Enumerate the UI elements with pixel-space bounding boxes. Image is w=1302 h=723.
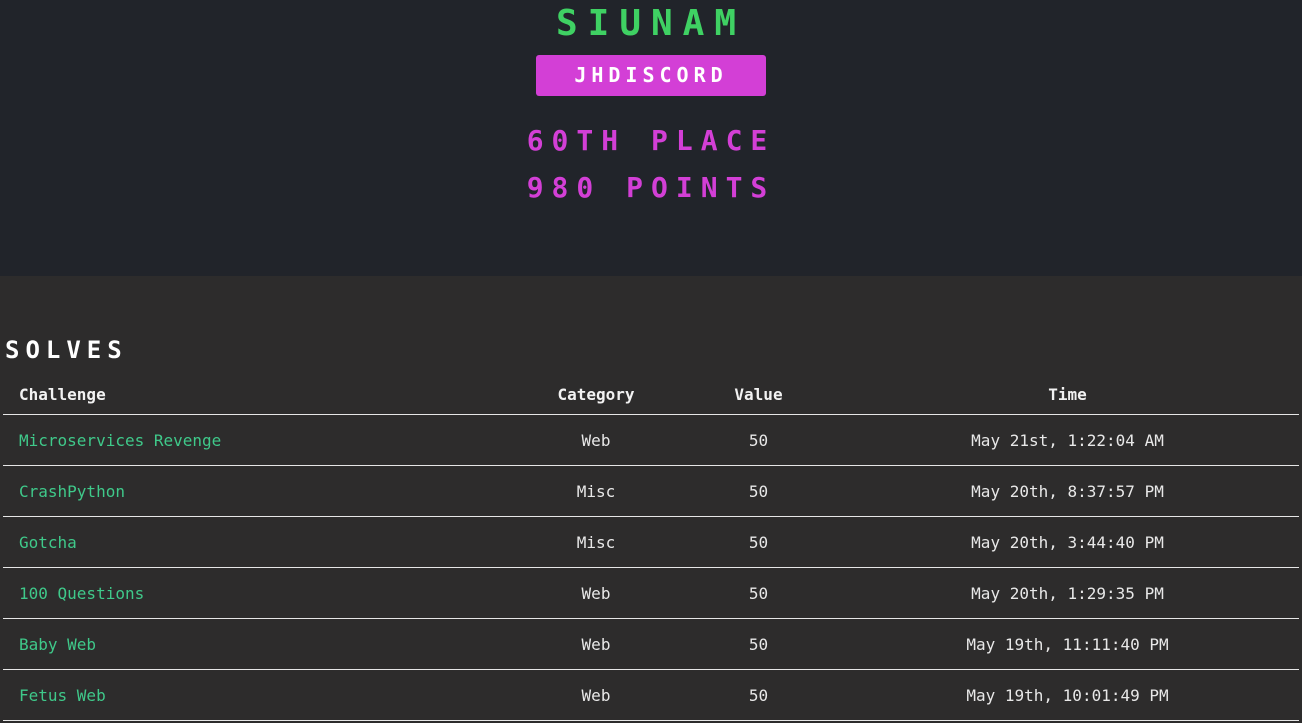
solves-heading: SOLVES: [5, 336, 128, 364]
value-cell: 50: [681, 516, 836, 568]
table-row: Microservices Revenge Web 50 May 21st, 1…: [3, 414, 1299, 466]
value-cell: 50: [681, 618, 836, 670]
table-row: CrashPython Misc 50 May 20th, 8:37:57 PM: [3, 465, 1299, 517]
team-badge: JHDISCORD: [536, 55, 766, 96]
column-header-time: Time: [836, 374, 1299, 415]
time-cell: May 20th, 8:37:57 PM: [836, 465, 1299, 517]
column-header-value: Value: [681, 374, 836, 415]
team-name: SIUNAM: [555, 3, 747, 44]
category-cell: Web: [511, 567, 681, 619]
challenge-link[interactable]: 100 Questions: [19, 584, 144, 603]
challenge-link[interactable]: Fetus Web: [19, 686, 106, 705]
category-cell: Web: [511, 618, 681, 670]
column-header-category: Category: [511, 374, 681, 415]
time-cell: May 20th, 3:44:40 PM: [836, 516, 1299, 568]
table-row: Gotcha Misc 50 May 20th, 3:44:40 PM: [3, 516, 1299, 568]
challenge-link[interactable]: Baby Web: [19, 635, 96, 654]
team-points: 980 POINTS: [526, 171, 776, 204]
category-cell: Web: [511, 669, 681, 721]
challenge-link[interactable]: CrashPython: [19, 482, 125, 501]
time-cell: May 19th, 10:01:49 PM: [836, 669, 1299, 721]
value-cell: 50: [681, 669, 836, 721]
challenge-link[interactable]: Microservices Revenge: [19, 431, 221, 450]
table-row: 100 Questions Web 50 May 20th, 1:29:35 P…: [3, 567, 1299, 619]
team-header: SIUNAM JHDISCORD 60TH PLACE 980 POINTS: [0, 0, 1302, 276]
table-row: Baby Web Web 50 May 19th, 11:11:40 PM: [3, 618, 1299, 670]
value-cell: 50: [681, 414, 836, 466]
time-cell: May 20th, 1:29:35 PM: [836, 567, 1299, 619]
value-cell: 50: [681, 567, 836, 619]
column-header-challenge: Challenge: [3, 374, 511, 415]
category-cell: Misc: [511, 465, 681, 517]
value-cell: 50: [681, 465, 836, 517]
time-cell: May 19th, 11:11:40 PM: [836, 618, 1299, 670]
table-header-row: Challenge Category Value Time: [3, 374, 1299, 415]
time-cell: May 21st, 1:22:04 AM: [836, 414, 1299, 466]
category-cell: Misc: [511, 516, 681, 568]
table-row: Fetus Web Web 50 May 19th, 10:01:49 PM: [3, 669, 1299, 721]
category-cell: Web: [511, 414, 681, 466]
solves-table: Challenge Category Value Time Microservi…: [3, 374, 1299, 721]
team-place: 60TH PLACE: [526, 124, 776, 157]
challenge-link[interactable]: Gotcha: [19, 533, 77, 552]
